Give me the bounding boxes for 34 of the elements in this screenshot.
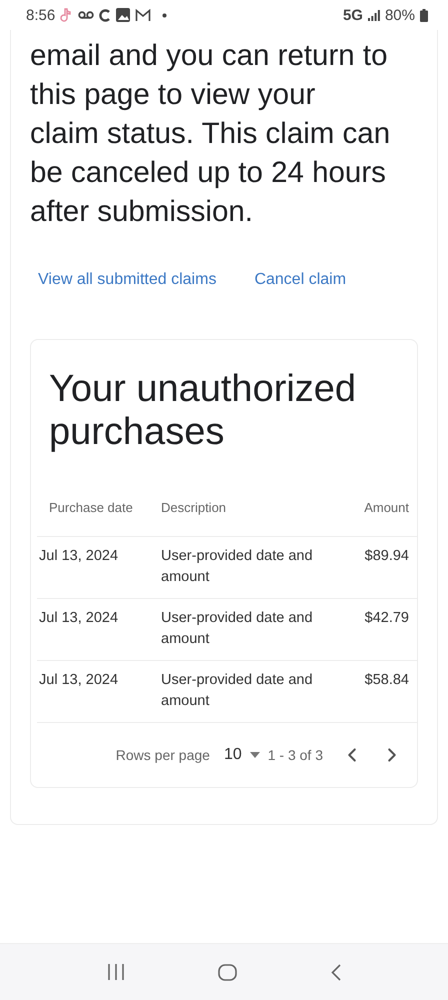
mail-icon — [135, 8, 152, 22]
amount-cell-text: $89.94 — [364, 547, 409, 566]
amount-cell-text: $58.84 — [364, 671, 409, 690]
image-icon — [116, 8, 130, 22]
claim-link[interactable]: View all submitted claims — [38, 271, 216, 289]
voicemail-icon — [78, 10, 94, 20]
music-note-icon — [60, 8, 74, 22]
caret-icon — [250, 752, 260, 758]
signal-icon — [368, 10, 380, 20]
home-icon[interactable] — [218, 964, 238, 980]
c-app-icon — [99, 8, 112, 22]
battery-icon — [420, 8, 428, 22]
date-cell-text: Jul 13, 2024 — [39, 547, 120, 566]
rows-per-page-label: Rows per page — [116, 747, 210, 763]
column-header: Description — [161, 498, 228, 517]
recent-apps-icon[interactable] — [106, 964, 125, 980]
date-cell-text: Jul 13, 2024 — [39, 609, 120, 628]
date-cell-text: Jul 13, 2024 — [39, 671, 120, 690]
description-cell-text: User-provided date and amount — [161, 547, 314, 587]
card-title: Your unauthorized purchases — [48, 367, 358, 455]
description-cell-text: User-provided date and amount — [161, 609, 314, 649]
claim-link[interactable]: Cancel claim — [254, 271, 346, 289]
description-cell-text: User-provided date and amount — [161, 671, 314, 711]
back-icon[interactable] — [331, 964, 342, 980]
amount-cell-text: $42.79 — [364, 609, 409, 628]
network-type: 5G — [342, 6, 363, 24]
claim-message: email and you can return to this page to view your claim status. This claim can be canceled up to 24 hours after submission. — [30, 38, 392, 230]
rows-per-page-select[interactable]: 10 — [224, 746, 260, 764]
battery-percent: 80% — [384, 6, 415, 24]
status-time: 8:56 — [26, 6, 56, 24]
page-range: 1 - 3 of 3 — [268, 747, 323, 763]
column-header: Amount — [363, 498, 409, 516]
column-header: Purchase date — [48, 498, 134, 516]
dot-icon — [162, 12, 168, 18]
